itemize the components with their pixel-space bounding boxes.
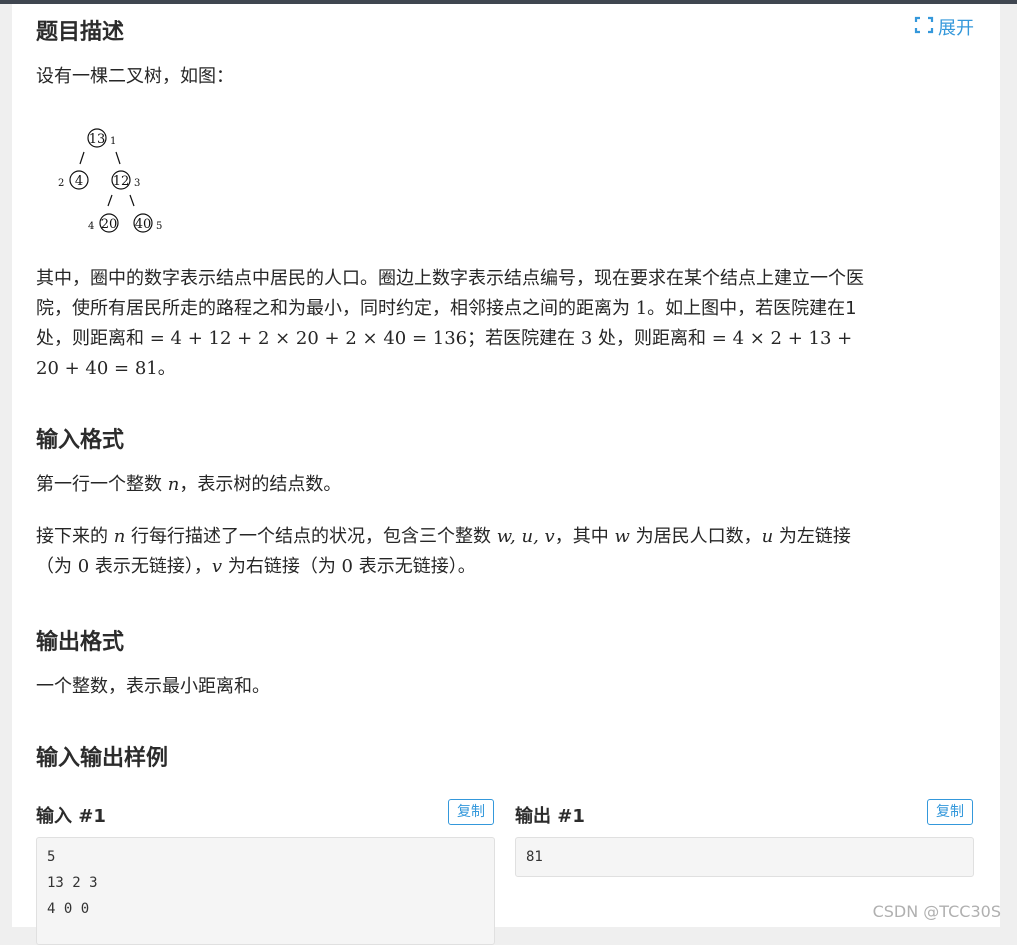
expand-button[interactable]: 展开 <box>914 14 974 40</box>
tree-node-1-value: 13 <box>89 132 106 147</box>
code-line: 5 <box>47 849 56 865</box>
heading-output-format: 输出格式 <box>36 630 125 655</box>
tree-node-2: 4 2 <box>58 170 89 190</box>
tree-node-4-index: 4 <box>88 221 94 232</box>
description-intro: 设有一棵二叉树，如图： <box>36 66 234 87</box>
sample-input-label: 输入 #1 <box>36 806 106 827</box>
problem-card: 题目描述 展开 设有一棵二叉树，如图： 13 1 4 2 12 3 20 4 4… <box>12 4 1000 945</box>
sample-output-box[interactable]: 81 <box>515 837 974 877</box>
code-line: 4 0 0 <box>47 901 90 917</box>
sample-input-box[interactable]: 5 13 2 3 4 0 0 <box>36 837 495 945</box>
tree-node-2-index: 2 <box>58 178 64 189</box>
sample-output-label: 输出 #1 <box>515 806 585 827</box>
input-format-line2: 接下来的 n 行每行描述了一个结点的状况，包含三个整数 w, u, v，其中 w… <box>36 526 851 577</box>
expand-icon <box>914 16 934 39</box>
tree-node-5-index: 5 <box>156 221 162 232</box>
heading-description: 题目描述 <box>36 20 125 45</box>
input-format-line1: 第一行一个整数 n，表示树的结点数。 <box>36 474 342 495</box>
binary-tree-figure: 13 1 4 2 12 3 20 4 40 5 <box>58 128 162 233</box>
tree-node-4-value: 20 <box>101 217 118 232</box>
tree-node-1: 13 1 <box>87 128 116 148</box>
tree-node-3-value: 12 <box>113 174 130 189</box>
heading-samples: 输入输出样例 <box>36 746 169 771</box>
tree-node-1-index: 1 <box>110 136 116 147</box>
copy-output-button[interactable]: 复制 <box>927 799 973 825</box>
code-line: 81 <box>526 849 543 865</box>
heading-input-format: 输入格式 <box>36 428 125 453</box>
tree-node-4: 20 4 <box>88 213 119 233</box>
copy-input-button[interactable]: 复制 <box>448 799 494 825</box>
watermark: CSDN @TCC30S <box>872 902 1001 921</box>
tree-node-2-value: 4 <box>75 174 83 189</box>
tree-node-3-index: 3 <box>134 178 140 189</box>
tree-node-5-value: 40 <box>135 217 152 232</box>
tree-node-5: 40 5 <box>133 213 162 233</box>
expand-label: 展开 <box>938 18 974 39</box>
output-format-line1: 一个整数，表示最小距离和。 <box>36 676 270 697</box>
tree-node-3: 12 3 <box>111 170 140 190</box>
code-line: 13 2 3 <box>47 875 98 891</box>
description-paragraph: 其中，圈中的数字表示结点中居民的人口。圈边上数字表示结点编号，现在要求在某个结点… <box>36 268 864 379</box>
